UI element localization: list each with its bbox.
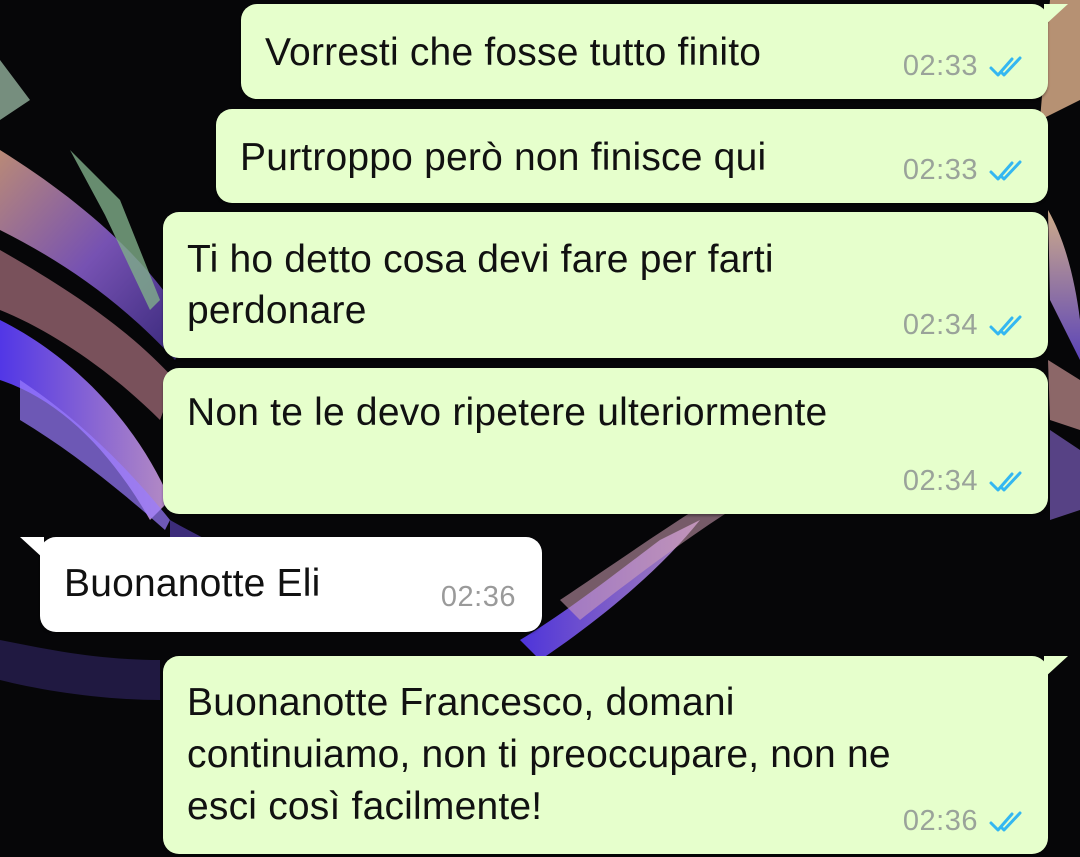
message-text: Purtroppo però non finisce qui <box>240 136 767 179</box>
message-meta: 02:36 <box>903 805 1026 838</box>
message-text: Buonanotte Eli <box>64 562 321 605</box>
message-text-line: esci così facilmente! <box>187 785 543 828</box>
message-time: 02:33 <box>902 154 978 186</box>
message-text-line: perdonare <box>187 289 367 332</box>
double-check-icon <box>989 160 1022 180</box>
double-check-icon <box>989 56 1022 76</box>
message-bubble-outgoing[interactable]: Ti ho detto cosa devi fare per farti per… <box>163 212 1048 358</box>
message-text-line: Buonanotte Francesco, domani <box>187 681 735 724</box>
message-meta: 02:36 <box>441 581 516 614</box>
message-time: 02:33 <box>902 50 978 82</box>
bubble-tail <box>1044 4 1068 26</box>
message-time: 02:36 <box>440 581 516 613</box>
message-meta: 02:33 <box>903 50 1026 83</box>
double-check-icon <box>989 811 1022 831</box>
message-meta: 02:34 <box>903 309 1026 342</box>
message-text: Vorresti che fosse tutto finito <box>265 31 762 74</box>
message-meta: 02:34 <box>903 465 1026 498</box>
double-check-icon <box>989 315 1022 335</box>
message-time: 02:34 <box>902 465 978 497</box>
message-bubble-outgoing[interactable]: Purtroppo però non finisce qui 02:33 <box>216 109 1048 203</box>
message-time: 02:36 <box>902 805 978 837</box>
message-bubble-outgoing[interactable]: Non te le devo ripetere ulteriormente 02… <box>163 368 1048 514</box>
double-check-icon <box>989 471 1022 491</box>
message-time: 02:34 <box>902 309 978 341</box>
message-bubble-outgoing[interactable]: Vorresti che fosse tutto finito 02:33 <box>241 4 1068 99</box>
message-text-line: continuiamo, non ti preoccupare, non ne <box>187 733 891 776</box>
message-text: Non te le devo ripetere ulteriormente <box>187 391 828 434</box>
message-bubble-outgoing[interactable]: Buonanotte Francesco, domani continuiamo… <box>163 656 1068 854</box>
bubble-tail <box>1044 656 1068 678</box>
message-bubble-incoming[interactable]: Buonanotte Eli 02:36 <box>20 537 542 632</box>
message-text-line: Ti ho detto cosa devi fare per farti <box>187 238 774 281</box>
message-meta: 02:33 <box>903 154 1026 187</box>
bubble-tail <box>20 537 44 559</box>
